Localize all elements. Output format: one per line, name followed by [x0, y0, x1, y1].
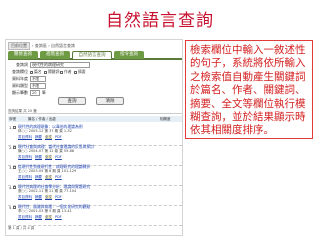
- fulltext-link[interactable]: 全文: [45, 175, 52, 179]
- breadcrumb-path: › 查詢區 › 自然語言查詢: [32, 43, 76, 48]
- result-item: 2. 現代社會與病理：當代社會理論的反思與探討 陳○○ 2004-07 第 12…: [8, 144, 182, 166]
- field-keyword-checkbox[interactable]: 關鍵詞: [44, 69, 59, 75]
- query-label: 查詢詞: [16, 62, 28, 67]
- year-label: 資料年度: [12, 76, 28, 81]
- tab-natural-language-search[interactable]: 自然語言查詢: [72, 51, 112, 59]
- result-item: 4. 現代性病理的社會學分析：理論與實證研究 張○○ 2002-11 第 21 …: [8, 184, 182, 206]
- result-item: 3. 從現代性到後現代性：病理研究的理論轉折 王○○ 2003-05 第 8 期…: [8, 164, 182, 186]
- bibliography-link[interactable]: 書目資料: [18, 215, 32, 219]
- result-links: 書目資料 摘要 全文 PDF: [18, 175, 180, 180]
- query-input[interactable]: 現代性的病理研究: [30, 62, 90, 68]
- search-tabs: 簡易查詢 進階查詢 自然語言查詢 指令查詢: [8, 51, 182, 60]
- result-checkbox[interactable]: [13, 166, 16, 169]
- abstract-link[interactable]: 摘要: [35, 135, 42, 139]
- pdf-link[interactable]: PDF: [55, 215, 62, 219]
- search-button[interactable]: 查詢: [58, 97, 86, 105]
- type-row: 資料類型 不限: [8, 83, 182, 89]
- result-item: 5. 現代性、風險與病理：一個文化研究的觀點 李○○ 2001-03 第 5 期…: [8, 204, 182, 226]
- result-meta: 王○○ 2003-05 第 8 期 頁 101-129: [18, 169, 77, 173]
- result-checkbox[interactable]: [13, 186, 16, 189]
- result-links: 書目資料 摘要 全文 PDF: [18, 135, 180, 140]
- breadcrumb-home[interactable]: 目前位置: [8, 42, 30, 50]
- callout-text: 檢索欄位中輸入一敘述性的句子，系統將依所輸入之檢索值自動產生關鍵詞於篇名、作者、…: [190, 44, 306, 137]
- fulltext-link[interactable]: 全文: [45, 215, 52, 219]
- result-checkbox[interactable]: [13, 206, 16, 209]
- field-abstract-checkbox[interactable]: 摘要: [74, 69, 86, 75]
- field-title-checkbox[interactable]: 篇名: [30, 69, 42, 75]
- results-list: 查詢結果 共 20 筆 序號 篇名 / 作者 / 出處 相關度 1. 現代性的病…: [8, 108, 182, 235]
- result-meta: 張○○ 2002-11 第 21 期 頁 77-104: [18, 189, 77, 193]
- page-title: 自然語言查詢: [106, 11, 214, 31]
- col-title: 篇名 / 作者 / 出處: [28, 117, 56, 121]
- col-relevance: 相關度: [160, 117, 171, 121]
- type-select[interactable]: 不限: [30, 83, 46, 89]
- fulltext-link[interactable]: 全文: [45, 135, 52, 139]
- result-links: 書目資料 摘要 全文 PDF: [18, 215, 180, 220]
- result-links: 書目資料 摘要 全文 PDF: [18, 155, 180, 160]
- abstract-link[interactable]: 摘要: [35, 215, 42, 219]
- type-label: 資料類型: [12, 83, 28, 88]
- result-meta: 林○○ 2005-12 第 37 期 頁 1-32: [18, 129, 72, 133]
- breadcrumb: 目前位置 › 查詢區 › 自然語言查詢: [8, 42, 75, 50]
- fields-label: 查詢欄位: [12, 69, 28, 74]
- result-meta: 陳○○ 2004-07 第 12 卷 頁 55-88: [18, 149, 75, 153]
- tab-command-search[interactable]: 指令查詢: [114, 51, 144, 59]
- pagination[interactable]: 第 1 頁 / 共 4 頁: [8, 226, 182, 231]
- tab-advanced-search[interactable]: 進階查詢: [40, 51, 70, 59]
- pdf-link[interactable]: PDF: [55, 195, 62, 199]
- field-author-checkbox[interactable]: 作者: [60, 69, 72, 75]
- year-row: 資料年度 不限: [8, 76, 182, 82]
- pdf-link[interactable]: PDF: [55, 135, 62, 139]
- fulltext-link[interactable]: 全文: [45, 155, 52, 159]
- fulltext-link[interactable]: 全文: [45, 195, 52, 199]
- results-header: 序號 篇名 / 作者 / 出處 相關度: [8, 116, 182, 122]
- tab-simple-search[interactable]: 簡易查詢: [8, 51, 38, 59]
- year-select[interactable]: 不限: [30, 76, 46, 82]
- bibliography-link[interactable]: 書目資料: [18, 195, 32, 199]
- pdf-link[interactable]: PDF: [55, 175, 62, 179]
- result-checkbox[interactable]: [13, 126, 16, 129]
- count-row: 顯示筆數 20 筆: [8, 90, 182, 96]
- bibliography-link[interactable]: 書目資料: [18, 175, 32, 179]
- search-form: 查詢詞 現代性的病理研究 查詢欄位 篇名 關鍵詞 作者 摘要 資料年度 不限 資…: [8, 62, 182, 96]
- search-screenshot: 目前位置 › 查詢區 › 自然語言查詢 簡易查詢 進階查詢 自然語言查詢 指令查詢…: [5, 39, 183, 236]
- abstract-link[interactable]: 摘要: [35, 155, 42, 159]
- clear-button[interactable]: 清除: [96, 97, 124, 105]
- count-unit: 筆: [42, 90, 46, 95]
- results-summary: 查詢結果 共 20 筆: [8, 108, 182, 114]
- result-item: 1. 現代性的病理現象：以韋伯的理論為例 林○○ 2005-12 第 37 期 …: [8, 124, 182, 146]
- col-number: 序號: [9, 117, 16, 121]
- form-buttons: 查詢 清除: [6, 97, 182, 106]
- bibliography-link[interactable]: 書目資料: [18, 155, 32, 159]
- result-links: 書目資料 摘要 全文 PDF: [18, 195, 180, 200]
- fields-row: 查詢欄位 篇名 關鍵詞 作者 摘要: [8, 69, 182, 75]
- bibliography-link[interactable]: 書目資料: [18, 135, 32, 139]
- abstract-link[interactable]: 摘要: [35, 175, 42, 179]
- count-select[interactable]: 20: [30, 90, 40, 96]
- explanation-callout: 檢索欄位中輸入一敘述性的句子，系統將依所輸入之檢索值自動產生關鍵詞於篇名、作者、…: [185, 40, 313, 139]
- abstract-link[interactable]: 摘要: [35, 195, 42, 199]
- count-label: 顯示筆數: [12, 90, 28, 95]
- query-row: 查詢詞 現代性的病理研究: [8, 62, 182, 68]
- result-checkbox[interactable]: [13, 146, 16, 149]
- pdf-link[interactable]: PDF: [55, 155, 62, 159]
- result-meta: 李○○ 2001-03 第 5 期 頁 13-41: [18, 209, 72, 213]
